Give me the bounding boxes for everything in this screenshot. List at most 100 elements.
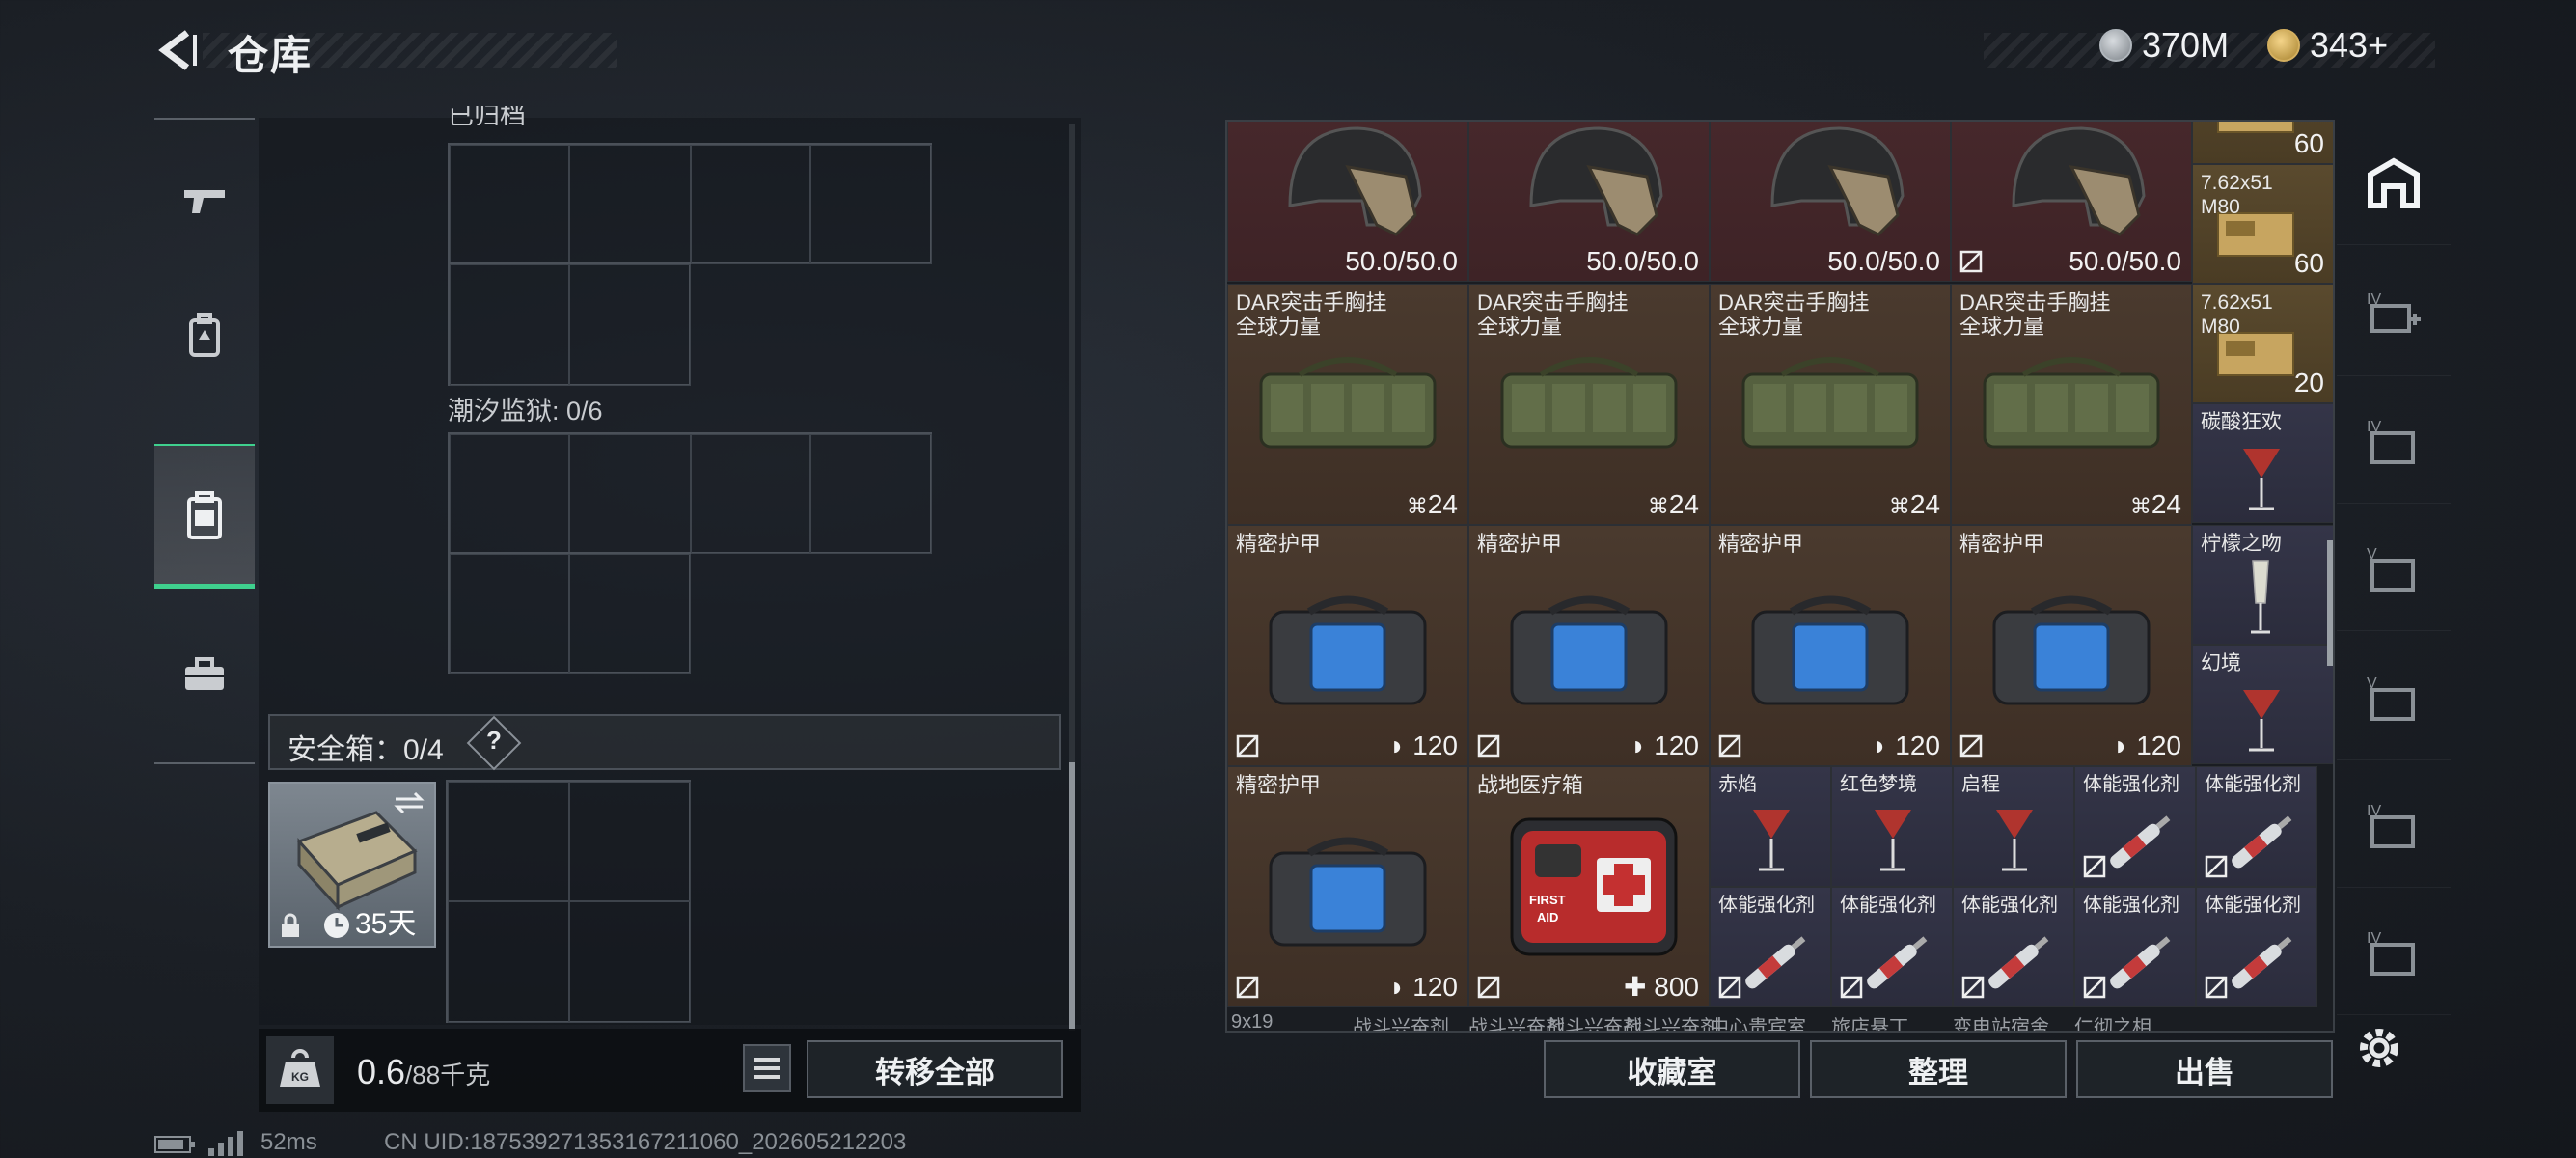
item-name: 体能强化剂 — [2083, 895, 2179, 916]
storage-item[interactable]: DAR突击手胸挂 全球力量 ⌘24 — [1468, 284, 1710, 525]
transfer-all-button[interactable]: 转移全部 — [807, 1040, 1063, 1098]
partial-item-label: 仁彻之相 — [2074, 1017, 2151, 1031]
no-trade-icon — [2083, 976, 2106, 999]
storage-item-small[interactable]: 体能强化剂 — [2196, 766, 2317, 887]
grid-slot[interactable] — [448, 782, 569, 901]
storage-item[interactable]: DAR突击手胸挂 全球力量 ⌘24 — [1227, 284, 1468, 525]
section-2-grid-bottom[interactable] — [448, 552, 691, 674]
sell-button[interactable]: 出售 — [2076, 1040, 2333, 1098]
grid-slot[interactable] — [810, 145, 932, 264]
storage-item-small[interactable]: 60 — [2192, 122, 2333, 164]
storage-item[interactable]: 精密护甲 ◗ 120 — [1227, 525, 1468, 766]
storage-item[interactable]: DAR突击手胸挂 全球力量 ⌘24 — [1951, 284, 2192, 525]
collection-room-button[interactable]: 收藏室 — [1544, 1040, 1800, 1098]
chest-rig-icon — [1242, 341, 1454, 471]
storage-tab-7[interactable]: IV — [2337, 762, 2451, 888]
organize-button[interactable]: 整理 — [1810, 1040, 2067, 1098]
helmet-icon — [1734, 122, 1927, 259]
storage-tab-6[interactable]: V — [2337, 635, 2451, 760]
list-view-button[interactable] — [743, 1044, 791, 1092]
section-1-grid-bottom[interactable] — [448, 262, 691, 386]
storage-item-small[interactable]: 体能强化剂 — [1953, 887, 2074, 1007]
injector-icon — [2095, 810, 2181, 882]
storage-item-small[interactable]: 红色梦境 — [1831, 766, 1953, 887]
nav-weapons[interactable] — [154, 129, 255, 274]
storage-item[interactable]: DAR突击手胸挂 全球力量 ⌘24 — [1710, 284, 1951, 525]
grid-slot[interactable] — [450, 264, 569, 386]
section-1-grid-top[interactable] — [448, 143, 932, 264]
storage-item-small[interactable]: 体能强化剂 — [1710, 887, 1831, 1007]
storage-item-small[interactable]: 体能强化剂 — [2074, 766, 2196, 887]
page-title: 仓库 — [228, 33, 314, 78]
injector-icon — [1730, 930, 1817, 1003]
safe-box-grid[interactable] — [446, 780, 691, 1023]
no-trade-icon — [1236, 976, 1259, 999]
storage-item-small[interactable]: 体能强化剂 — [2196, 887, 2317, 1007]
nav-backpack[interactable] — [154, 262, 255, 407]
armor-vest-icon — [1975, 578, 2168, 728]
storage-item[interactable]: 50.0/50.0 — [1468, 122, 1710, 282]
currency-silver[interactable]: 370M — [2099, 25, 2229, 66]
grid-slot[interactable] — [569, 554, 691, 674]
item-name: DAR突击手胸挂 全球力量 — [1718, 290, 1870, 339]
back-arrow-icon[interactable] — [154, 27, 201, 73]
storage-item-small[interactable]: 柠檬之吻 — [2192, 525, 2333, 645]
kg-weight-icon: KG — [280, 1049, 320, 1087]
storage-tab-4[interactable]: IV — [2337, 378, 2451, 504]
storage-item-small[interactable]: 7.62x51 M80 60 — [2192, 164, 2333, 284]
grid-slot[interactable] — [691, 145, 810, 264]
chest-rig-icon — [1965, 341, 2178, 471]
storage-item[interactable]: 精密护甲 ◗ 120 — [1951, 525, 2192, 766]
grid-slot[interactable] — [569, 782, 691, 901]
left-category-nav — [154, 118, 255, 764]
left-scrollbar-thumb[interactable] — [1069, 762, 1075, 1029]
storage-item[interactable]: 50.0/50.0 — [1951, 122, 2192, 282]
item-value: 20 — [2293, 368, 2324, 398]
currency-gold[interactable]: 343+ — [2267, 25, 2388, 66]
medkit-label-2: AID — [1537, 910, 1559, 924]
storage-item[interactable]: 50.0/50.0 — [1227, 122, 1468, 282]
storage-item[interactable]: 精密护甲 ◗ 120 — [1227, 766, 1468, 1007]
grid-slot[interactable] — [450, 554, 569, 674]
settings-gear-icon[interactable] — [2352, 1021, 2406, 1075]
storage-item[interactable]: 50.0/50.0 — [1710, 122, 1951, 282]
storage-tab-add[interactable]: IV — [2337, 251, 2451, 376]
storage-item[interactable]: 精密护甲 ◗ 120 — [1468, 525, 1710, 766]
storage-item-small[interactable]: 启程 — [1953, 766, 2074, 887]
storage-item[interactable]: 战地医疗箱 FIRST AID ✚ 800 — [1468, 766, 1710, 1007]
injector-icon — [1973, 930, 2060, 1003]
cocktail-icon — [1869, 802, 1917, 884]
item-name: DAR突击手胸挂 全球力量 — [1959, 290, 2111, 339]
safe-box-item[interactable]: 35天 — [268, 782, 436, 948]
item-value: ◗ 120 — [1871, 731, 1940, 760]
item-name: 体能强化剂 — [1840, 895, 1936, 916]
storage-tab-main[interactable] — [2337, 120, 2451, 245]
ping-readout: 52ms — [260, 1129, 317, 1155]
section-1-label: 已归档 — [448, 106, 526, 125]
grid-slot[interactable] — [810, 434, 932, 554]
grid-slot[interactable] — [569, 264, 691, 386]
section-2-grid-top[interactable] — [448, 432, 932, 554]
storage-item[interactable]: 精密护甲 ◗ 120 — [1710, 525, 1951, 766]
storage-item-small[interactable]: 7.62x51 M80 20 — [2192, 284, 2333, 403]
nav-toolbox[interactable] — [154, 602, 255, 747]
storage-item-small[interactable]: 赤焰 — [1710, 766, 1831, 887]
storage-item-small[interactable]: 幻境 — [2192, 645, 2333, 764]
swap-arrows-icon — [394, 791, 425, 814]
storage-scrollbar-thumb[interactable] — [2327, 540, 2333, 666]
storage-tab-5[interactable]: V — [2337, 506, 2451, 631]
grid-slot[interactable] — [450, 434, 569, 554]
storage-item-small[interactable]: 体能强化剂 — [2074, 887, 2196, 1007]
storage-item-small[interactable]: 碳酸狂欢 — [2192, 403, 2333, 523]
storage-item-small[interactable]: 体能强化剂 — [1831, 887, 1953, 1007]
grid-slot[interactable] — [450, 145, 569, 264]
grid-slot[interactable] — [569, 145, 691, 264]
nav-storage-case[interactable] — [154, 444, 255, 589]
grid-slot[interactable] — [691, 434, 810, 554]
storage-tab-8[interactable]: IV — [2337, 890, 2451, 1015]
grid-slot[interactable] — [569, 434, 691, 554]
grid-slot[interactable] — [448, 901, 569, 1023]
item-name: 精密护甲 — [1236, 773, 1322, 797]
item-name: 7.62x51 M80 — [2201, 172, 2273, 218]
grid-slot[interactable] — [569, 901, 691, 1023]
